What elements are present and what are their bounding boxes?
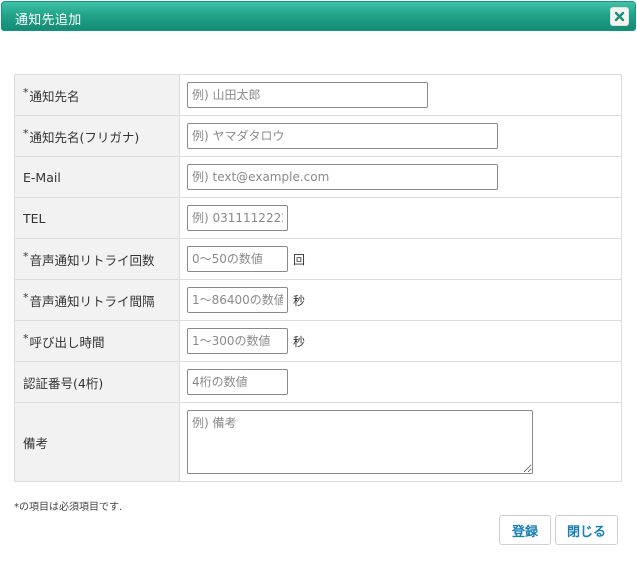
tel-input[interactable] <box>187 205 288 231</box>
row-label: E-Mail <box>14 156 180 198</box>
form-row-email: E-Mail <box>14 156 622 198</box>
required-mark: * <box>23 126 29 140</box>
notification-form-table: *通知先名 *通知先名(フリガナ) E-Mail TEL *音声通知リトライ回数… <box>14 74 622 482</box>
dialog-title: 通知先追加 <box>15 13 82 28</box>
row-label: *呼び出し時間 <box>14 320 180 362</box>
register-button[interactable]: 登録 <box>499 515 551 545</box>
dialog-titlebar[interactable]: 通知先追加 <box>1 1 636 31</box>
unit-label: 回 <box>293 252 306 267</box>
close-dialog-button[interactable] <box>610 7 629 26</box>
row-label: *音声通知リトライ回数 <box>14 238 180 280</box>
form-row-furigana: *通知先名(フリガナ) <box>14 115 622 157</box>
row-label: *通知先名 <box>14 74 180 116</box>
required-mark: * <box>23 249 29 263</box>
memo-textarea[interactable] <box>187 410 533 474</box>
close-button[interactable]: 閉じる <box>555 515 618 545</box>
form-row-call-time: *呼び出し時間 秒 <box>14 320 622 362</box>
auth-code-input[interactable] <box>187 369 288 395</box>
row-label: 認証番号(4桁) <box>14 361 180 403</box>
unit-label: 秒 <box>293 293 306 308</box>
call-time-input[interactable] <box>187 328 288 354</box>
form-row-auth-code: 認証番号(4桁) <box>14 361 622 403</box>
row-label: TEL <box>14 197 180 239</box>
form-row-memo: 備考 <box>14 402 622 482</box>
unit-label: 秒 <box>293 334 306 349</box>
row-label: 備考 <box>14 402 180 482</box>
required-mark: * <box>23 85 29 99</box>
furigana-input[interactable] <box>187 123 498 149</box>
close-x-icon <box>614 11 625 22</box>
retry-interval-input[interactable] <box>187 287 288 313</box>
retry-count-input[interactable] <box>187 246 288 272</box>
row-label: *音声通知リトライ間隔 <box>14 279 180 321</box>
form-row-retry-count: *音声通知リトライ回数 回 <box>14 238 622 280</box>
name-input[interactable] <box>187 82 428 108</box>
required-mark: * <box>23 331 29 345</box>
row-label: *通知先名(フリガナ) <box>14 115 180 157</box>
add-notification-dialog: 通知先追加 *通知先名 *通知先名(フリガナ) E-Mail TEL *音声通知… <box>0 0 637 564</box>
email-input[interactable] <box>187 164 498 190</box>
form-row-name: *通知先名 <box>14 74 622 116</box>
required-note: *の項目は必須項目です. <box>14 502 123 513</box>
form-row-retry-interval: *音声通知リトライ間隔 秒 <box>14 279 622 321</box>
form-row-tel: TEL <box>14 197 622 239</box>
required-mark: * <box>23 290 29 304</box>
